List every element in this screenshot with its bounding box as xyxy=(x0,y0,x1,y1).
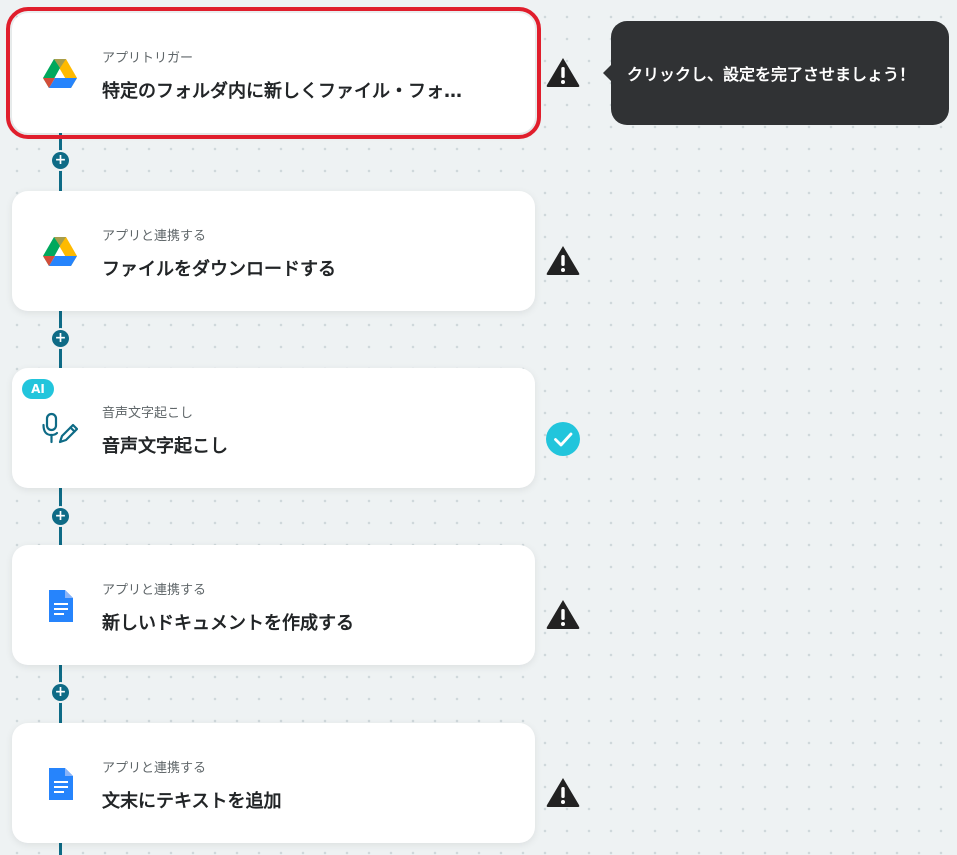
tooltip-text: クリックし、設定を完了させましょう！ xyxy=(627,65,916,84)
flow-step-download-file[interactable]: アプリと連携する ファイルをダウンロードする xyxy=(12,191,535,311)
step-title: 文末にテキストを追加 xyxy=(102,791,282,812)
step-kind-label: 音声文字起こし xyxy=(102,406,194,421)
add-step-button[interactable]: + xyxy=(52,684,69,701)
step-kind-label: アプリトリガー xyxy=(102,51,194,66)
warning-icon xyxy=(545,54,581,90)
step-title: 新しいドキュメントを作成する xyxy=(102,613,354,634)
add-step-button[interactable]: + xyxy=(52,330,69,347)
check-complete-icon xyxy=(545,421,581,457)
step-title: ファイルをダウンロードする xyxy=(102,259,336,280)
warning-icon xyxy=(545,774,581,810)
microphone-pen-icon xyxy=(42,412,79,446)
warning-icon xyxy=(545,242,581,278)
ai-badge: AI xyxy=(22,379,54,399)
step-title: 特定のフォルダ内に新しくファイル・フォ… xyxy=(102,81,462,102)
flow-step-create-document[interactable]: アプリと連携する 新しいドキュメントを作成する xyxy=(12,545,535,665)
flow-step-transcription[interactable]: AI 音声文字起こし 音声文字起こし xyxy=(12,368,535,488)
google-drive-icon xyxy=(42,57,78,91)
google-docs-icon xyxy=(42,767,78,801)
google-drive-icon xyxy=(42,235,78,269)
step-kind-label: アプリと連携する xyxy=(102,229,207,244)
add-step-button[interactable]: + xyxy=(52,152,69,169)
step-kind-label: アプリと連携する xyxy=(102,761,207,776)
setup-hint-tooltip: クリックし、設定を完了させましょう！ xyxy=(603,21,949,125)
step-kind-label: アプリと連携する xyxy=(102,583,207,598)
flow-step-append-text[interactable]: アプリと連携する 文末にテキストを追加 xyxy=(12,723,535,843)
flow-step-trigger[interactable]: アプリトリガー 特定のフォルダ内に新しくファイル・フォ… xyxy=(6,7,541,139)
step-title: 音声文字起こし xyxy=(102,436,228,457)
google-docs-icon xyxy=(42,589,78,623)
add-step-button[interactable]: + xyxy=(52,508,69,525)
warning-icon xyxy=(545,596,581,632)
